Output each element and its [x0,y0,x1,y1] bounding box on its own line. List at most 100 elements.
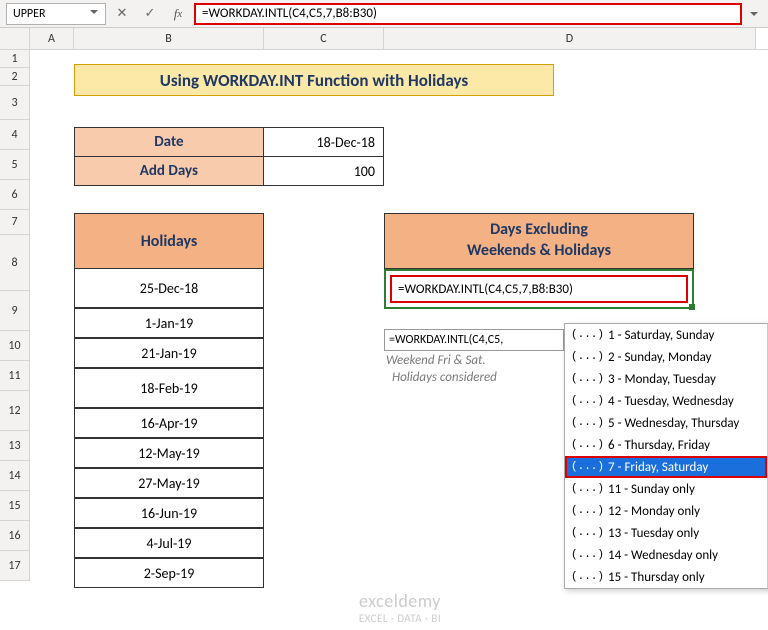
dropdown-option[interactable]: (...) 14 - Wednesday only [565,544,767,566]
dropdown-option[interactable]: (...) 6 - Thursday, Friday [565,434,767,456]
column-headers: A B C D [0,28,768,50]
row-header-5[interactable]: 5 [0,150,30,180]
ellipsis-icon: (...) [571,439,604,451]
row-header-16[interactable]: 16 [0,521,30,551]
page-title: Using WORKDAY.INT Function with Holidays [74,64,554,96]
tooltip-hint-1: Weekend Fri & Sat. [386,353,486,368]
holiday-cell[interactable]: 27-May-19 [74,468,264,498]
ellipsis-icon: (...) [571,461,604,473]
row-header-9[interactable]: 9 [0,291,30,331]
col-header-C[interactable]: C [264,28,384,49]
weekend-param-dropdown: (...) 1 - Saturday, Sunday (...) 2 - Sunday… [564,323,768,589]
tooltip-partial-formula: =WORKDAY.INTL(C4,C5, [384,329,564,351]
dropdown-option[interactable]: (...) 13 - Tuesday only [565,522,767,544]
row-header-8[interactable]: 8 [0,235,30,291]
row-header-14[interactable]: 14 [0,461,30,491]
ellipsis-icon: (...) [571,483,604,495]
value-add-days[interactable]: 100 [264,157,383,185]
row-header-6[interactable]: 6 [0,180,30,210]
watermark-text: exceldemy [340,590,460,612]
dropdown-option[interactable]: (...) 2 - Sunday, Monday [565,346,767,368]
row-header-4[interactable]: 4 [0,120,30,150]
dropdown-option[interactable]: (...) 12 - Monday only [565,500,767,522]
dropdown-option[interactable]: (...) 15 - Thursday only [565,566,767,588]
active-cell-d8[interactable]: =WORKDAY.INTL(C4,C5,7,B8:B30) [384,269,694,309]
days-excluding-header: Days Excluding Weekends & Holidays [384,213,694,269]
dropdown-option-label: 14 - Wednesday only [608,548,718,563]
dropdown-option-label: 2 - Sunday, Monday [608,350,712,365]
dropdown-option-label: 11 - Sunday only [608,482,695,497]
table-row: Add Days 100 [74,156,384,186]
dropdown-option[interactable]: (...) 3 - Monday, Tuesday [565,368,767,390]
dropdown-option[interactable]: (...) 5 - Wednesday, Thursday [565,412,767,434]
holiday-cell[interactable]: 16-Jun-19 [74,498,264,528]
ellipsis-icon: (...) [571,505,604,517]
label-date: Date [75,128,264,156]
ellipsis-icon: (...) [571,329,604,341]
holiday-cell[interactable]: 18-Feb-19 [74,368,264,408]
holiday-cell[interactable]: 12-May-19 [74,438,264,468]
col-header-B[interactable]: B [74,28,264,49]
input-table: Date 18-Dec-18 Add Days 100 [74,128,384,186]
ellipsis-icon: (...) [571,373,604,385]
holiday-cell[interactable]: 4-Jul-19 [74,528,264,558]
holiday-cell[interactable]: 25-Dec-18 [74,268,264,308]
dropdown-option[interactable]: (...) 7 - Friday, Saturday [565,456,767,478]
row-header-11[interactable]: 11 [0,361,30,391]
row-header-17[interactable]: 17 [0,551,30,581]
chevron-down-icon[interactable] [89,7,99,21]
holidays-header: Holidays [74,213,264,269]
formula-bar-text: =WORKDAY.INTL(C4,C5,7,B8:B30) [202,6,377,21]
spreadsheet-grid: A B C D 1234567891011121314151617 Using … [0,28,768,628]
label-add-days: Add Days [75,157,264,185]
ellipsis-icon: (...) [571,527,604,539]
row-header-1[interactable]: 1 [0,50,30,68]
cancel-formula-button[interactable]: ✕ [110,3,134,25]
ellipsis-icon: (...) [571,549,604,561]
col-header-D[interactable]: D [384,28,756,49]
row-header-12[interactable]: 12 [0,391,30,431]
formula-bar-row: UPPER ✕ ✓ fx =WORKDAY.INTL(C4,C5,7,B8:B3… [0,0,768,28]
active-cell-formula: =WORKDAY.INTL(C4,C5,7,B8:B30) [390,275,688,303]
name-box[interactable]: UPPER [6,3,106,25]
value-date[interactable]: 18-Dec-18 [264,128,383,156]
name-box-value: UPPER [13,7,45,21]
dropdown-option[interactable]: (...) 11 - Sunday only [565,478,767,500]
expand-formula-bar-icon[interactable] [746,3,762,25]
ellipsis-icon: (...) [571,395,604,407]
fill-handle[interactable] [689,304,695,310]
watermark: exceldemy EXCEL · DATA · BI [340,590,460,625]
formula-bar[interactable]: =WORKDAY.INTL(C4,C5,7,B8:B30) [194,3,742,25]
holiday-cell[interactable]: 21-Jan-19 [74,338,264,368]
row-header-10[interactable]: 10 [0,331,30,361]
row-header-15[interactable]: 15 [0,491,30,521]
table-row: Date 18-Dec-18 [74,127,384,157]
holiday-cell[interactable]: 16-Apr-19 [74,408,264,438]
dropdown-option[interactable]: (...) 1 - Saturday, Sunday [565,324,767,346]
dropdown-option-label: 3 - Monday, Tuesday [608,372,716,387]
dropdown-option-label: 7 - Friday, Saturday [608,460,708,475]
row-header-13[interactable]: 13 [0,431,30,461]
row-header-2[interactable]: 2 [0,68,30,86]
col-header-A[interactable]: A [30,28,74,49]
dropdown-option-label: 13 - Tuesday only [608,526,699,541]
holiday-cell[interactable]: 1-Jan-19 [74,308,264,338]
dropdown-option-label: 5 - Wednesday, Thursday [608,416,739,431]
dropdown-option-label: 12 - Monday only [608,504,700,519]
select-all-corner[interactable] [0,28,30,49]
dropdown-list: (...) 1 - Saturday, Sunday (...) 2 - Sunday… [565,324,767,588]
dropdown-option[interactable]: (...) 4 - Tuesday, Wednesday [565,390,767,412]
holiday-cell[interactable]: 2-Sep-19 [74,558,264,588]
dropdown-option-label: 1 - Saturday, Sunday [608,328,714,343]
ellipsis-icon: (...) [571,417,604,429]
dropdown-option-label: 4 - Tuesday, Wednesday [608,394,734,409]
dropdown-option-label: 6 - Thursday, Friday [608,438,710,453]
ellipsis-icon: (...) [571,571,604,583]
tooltip-hint-2: Holidays considered [392,370,497,385]
row-header-3[interactable]: 3 [0,86,30,120]
ellipsis-icon: (...) [571,351,604,363]
fx-icon[interactable]: fx [166,3,190,25]
enter-formula-button[interactable]: ✓ [138,3,162,25]
dropdown-option-label: 15 - Thursday only [608,570,705,585]
row-header-7[interactable]: 7 [0,210,30,235]
